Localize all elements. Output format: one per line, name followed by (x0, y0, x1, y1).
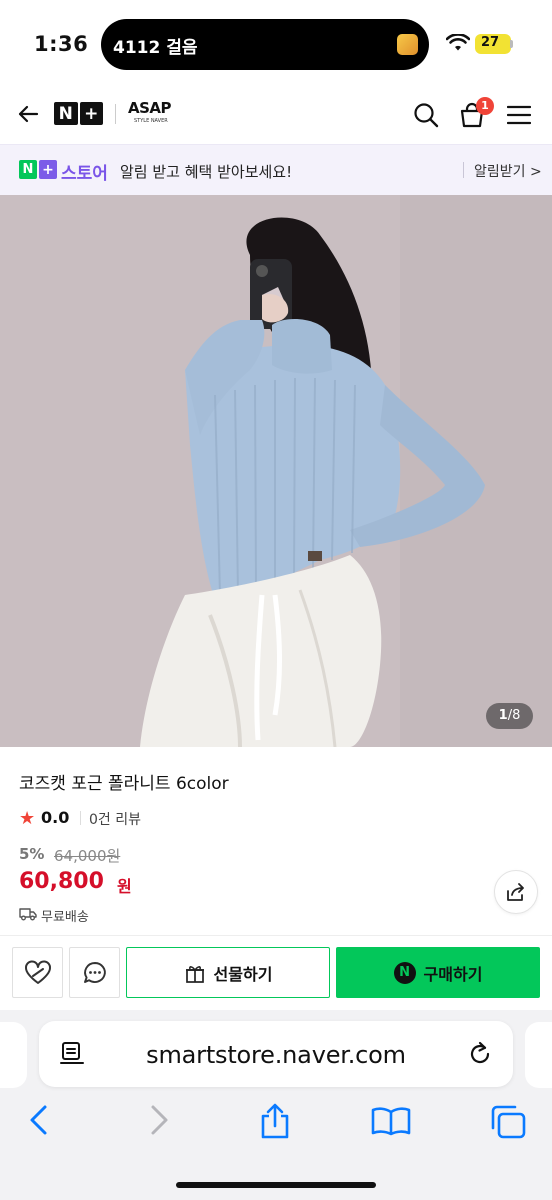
talk-talk-button[interactable] (69, 947, 120, 998)
gift-label: 선물하기 (213, 964, 273, 984)
chat-bubble-icon (83, 961, 106, 983)
browser-forward-icon[interactable] (147, 1104, 171, 1136)
sale-price: 60,800 (19, 869, 104, 894)
address-bar[interactable]: smartstore.naver.com (39, 1021, 513, 1087)
price-unit: 원 (117, 877, 132, 896)
battery-cap (510, 40, 513, 48)
previous-tab-preview[interactable] (0, 1022, 27, 1088)
nplus-logo[interactable]: N + (54, 102, 103, 125)
npay-icon: N (393, 961, 416, 984)
heart-icon (24, 960, 51, 984)
battery-indicator: 27 (475, 34, 511, 54)
delivery-truck-icon (19, 908, 37, 921)
image-page-indicator: 1/8 (486, 703, 533, 729)
logo-n: N (54, 102, 78, 125)
logo-plus-mark: + (39, 160, 57, 179)
tabs-overview-icon[interactable] (489, 1104, 527, 1140)
product-title: 코즈캣 포근 폴라니트 6color (19, 774, 229, 794)
notification-banner[interactable]: N + 스토어 알림 받고 혜택 받아보세요! 알림받기 > (0, 144, 552, 195)
brand-logo[interactable]: ASAP (128, 101, 172, 116)
url-text: smartstore.naver.com (146, 1041, 406, 1069)
next-tab-preview[interactable] (525, 1022, 552, 1088)
discount-rate: 5% (19, 845, 45, 863)
rating-score: 0.0 (41, 808, 70, 827)
star-icon: ★ (19, 808, 36, 829)
cart-count-badge: 1 (476, 97, 494, 115)
wishlist-button[interactable] (12, 947, 63, 998)
browser-share-icon[interactable] (259, 1102, 291, 1140)
activity-app-icon (397, 34, 418, 55)
app-header: N + ASAP STYLE NAVER 1 (0, 86, 552, 144)
current-image-index: 1 (498, 708, 508, 723)
gift-button[interactable]: 선물하기 (126, 947, 330, 998)
battery-level: 27 (480, 35, 500, 50)
bookmarks-icon[interactable] (371, 1106, 411, 1136)
notify-message: 알림 받고 혜택 받아보세요! (120, 163, 293, 181)
step-count-activity: 4112 걸음 (113, 38, 198, 58)
rating-divider (80, 811, 81, 825)
search-icon[interactable] (413, 102, 439, 128)
product-image[interactable]: 1/8 (0, 195, 552, 747)
share-icon (507, 883, 524, 901)
notify-subscribe-button[interactable]: 알림받기 > (474, 161, 542, 181)
logo-plus: + (79, 102, 103, 125)
home-indicator (176, 1182, 376, 1188)
product-photo-illustration (0, 195, 552, 747)
naver-plus-store-logo: N + (19, 160, 57, 179)
notify-divider (463, 162, 464, 178)
total-images: /8 (507, 708, 521, 723)
original-price: 64,000원 (54, 847, 121, 865)
hamburger-menu-icon[interactable] (507, 105, 531, 125)
gift-icon (185, 965, 204, 983)
browser-toolbar: smartstore.naver.com (0, 1010, 552, 1200)
status-bar: 1:36 4112 걸음 27 (0, 0, 552, 86)
dynamic-island[interactable]: 4112 걸음 (101, 19, 429, 70)
status-time: 1:36 (34, 32, 89, 56)
purchase-action-bar: 선물하기 N 구매하기 (0, 935, 552, 1010)
reload-icon[interactable] (467, 1041, 493, 1067)
free-shipping-label: 무료배송 (41, 910, 89, 925)
browser-back-icon[interactable] (27, 1104, 51, 1136)
buy-button[interactable]: N 구매하기 (336, 947, 540, 998)
store-name: 스토어 (61, 164, 108, 184)
back-arrow-icon[interactable] (16, 102, 40, 126)
header-divider (115, 104, 116, 124)
brand-logo-sub: STYLE NAVER (134, 118, 168, 124)
share-button[interactable] (494, 870, 538, 914)
logo-n-mark: N (19, 160, 37, 179)
review-count-link[interactable]: 0건 리뷰 (89, 809, 141, 829)
buy-label: 구매하기 (423, 964, 483, 984)
wifi-icon (446, 34, 470, 51)
